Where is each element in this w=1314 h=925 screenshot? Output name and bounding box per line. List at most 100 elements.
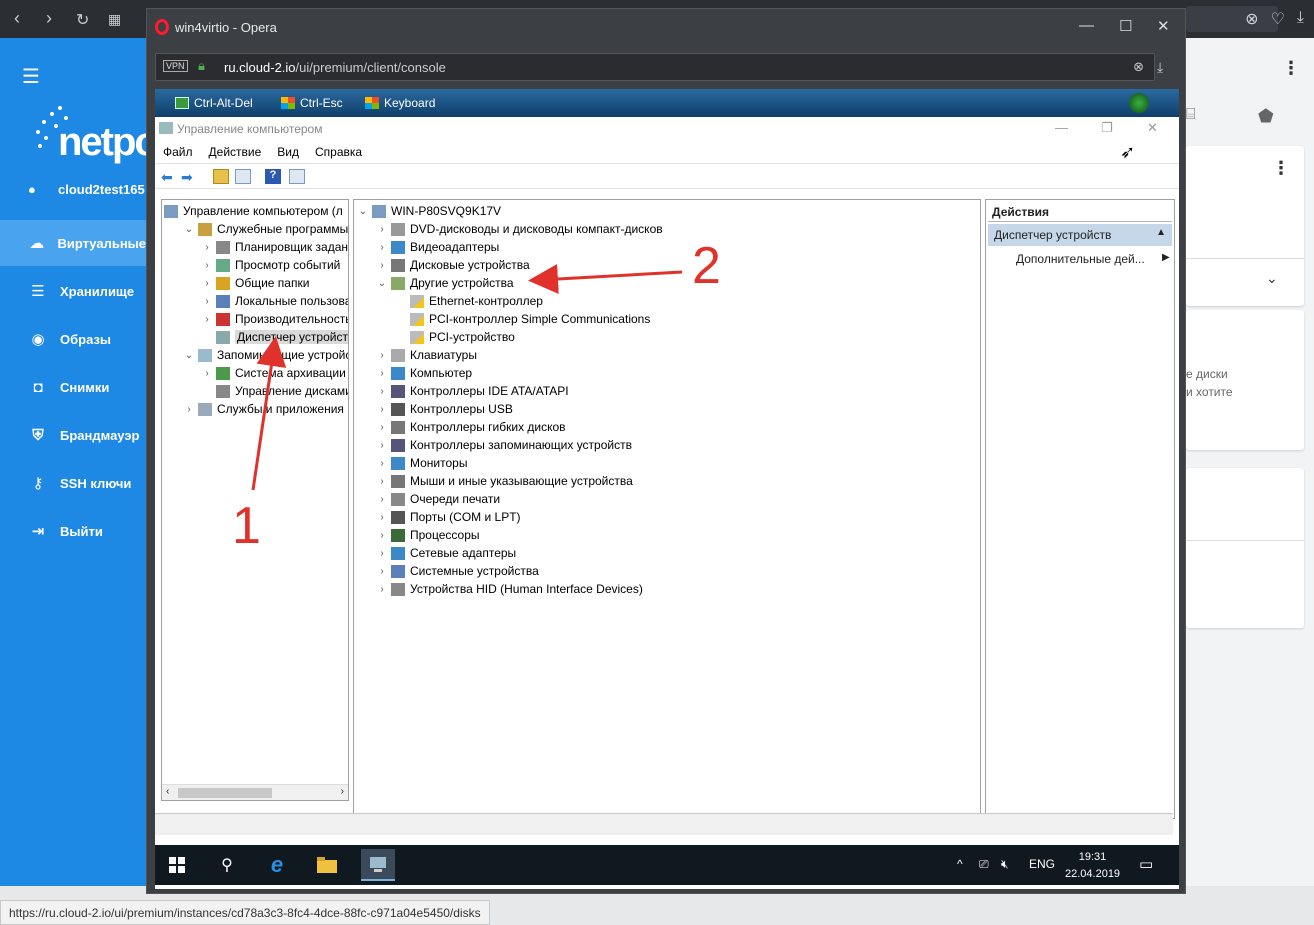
sidebar-item-images[interactable]: ◉ Образы bbox=[0, 316, 146, 362]
device-category-item[interactable]: › Системные устройства bbox=[354, 562, 538, 580]
help-icon[interactable]: ? bbox=[265, 169, 281, 184]
vpn-badge[interactable]: VPN bbox=[163, 60, 188, 72]
up-folder-icon[interactable] bbox=[213, 169, 229, 184]
device-category-item[interactable]: › Сетевые адаптеры bbox=[354, 544, 516, 562]
user-name[interactable]: ● cloud2test165 bbox=[28, 182, 145, 197]
more-vert-icon[interactable]: ⋮ bbox=[1282, 58, 1300, 79]
expand-right-icon[interactable]: › bbox=[377, 548, 387, 559]
tree-item[interactable]: › Планировщик заданий bbox=[162, 238, 348, 256]
expand-right-icon[interactable]: › bbox=[377, 584, 387, 595]
forward-icon[interactable]: › bbox=[46, 8, 52, 29]
download-icon[interactable]: ⤓ bbox=[1157, 59, 1163, 76]
card-more-icon[interactable]: ⋮ bbox=[1272, 158, 1290, 179]
device-category-item[interactable]: › Устройства HID (Human Interface Devices… bbox=[354, 580, 643, 598]
start-icon[interactable] bbox=[165, 853, 189, 877]
ctrl-alt-del-button[interactable]: Ctrl-Alt-Del bbox=[175, 96, 253, 110]
show-hide-tree-icon[interactable] bbox=[235, 169, 251, 184]
expand-right-icon[interactable]: › bbox=[202, 296, 212, 307]
tabs-grid-icon[interactable]: ▦ bbox=[108, 11, 121, 28]
expand-right-icon[interactable]: › bbox=[202, 314, 212, 325]
vnc-console[interactable]: Ctrl-Alt-Del Ctrl-Esc Keyboard Управлени… bbox=[155, 89, 1179, 889]
sidebar-item-snapshots[interactable]: ◘ Снимки bbox=[0, 364, 146, 410]
tree-item[interactable]: › Система архивации да bbox=[162, 364, 348, 382]
tree-item[interactable]: › Просмотр событий bbox=[162, 256, 340, 274]
address-bar[interactable]: VPN 🔒︎ ru.cloud-2.io/ui/premium/client/c… bbox=[155, 53, 1155, 81]
tree-item[interactable]: › Локальные пользовате bbox=[162, 292, 348, 310]
sidebar-item-logout[interactable]: ⇥ Выйти bbox=[0, 508, 146, 554]
tree-item[interactable]: › Службы и приложения bbox=[162, 400, 344, 418]
unknown-device-item[interactable]: PCI-контроллер Simple Communications bbox=[354, 310, 650, 328]
collapse-icon[interactable]: ▲ bbox=[1156, 227, 1166, 238]
device-category-item[interactable]: › Контроллеры USB bbox=[354, 400, 513, 418]
unknown-device-item[interactable]: PCI-устройство bbox=[354, 328, 515, 346]
minimize-icon[interactable]: — bbox=[1055, 120, 1068, 135]
device-category-item[interactable]: › Процессоры bbox=[354, 526, 479, 544]
taskbar-clock[interactable]: 19:31 22.04.2019 bbox=[1065, 849, 1120, 883]
device-category-item[interactable]: › Мониторы bbox=[354, 454, 467, 472]
show-hidden-icons[interactable]: ^ bbox=[957, 857, 963, 871]
expand-right-icon[interactable]: › bbox=[377, 368, 387, 379]
notifications-icon[interactable]: ▭ bbox=[1139, 855, 1153, 873]
device-category-item[interactable]: › Контроллеры IDE ATA/ATAPI bbox=[354, 382, 568, 400]
expand-right-icon[interactable]: › bbox=[377, 422, 387, 433]
sidebar-item-firewall[interactable]: ⛨ Брандмауэр bbox=[0, 412, 146, 458]
lock-icon[interactable]: 🔒︎ bbox=[198, 58, 205, 74]
close-icon[interactable]: ✕ bbox=[1147, 120, 1158, 136]
block-content-icon[interactable]: ⊗ bbox=[1133, 59, 1144, 75]
expand-right-icon[interactable]: › bbox=[377, 260, 387, 271]
close-icon[interactable]: ✕ bbox=[1157, 17, 1170, 35]
search-icon[interactable]: ⚲ bbox=[215, 853, 239, 877]
network-icon[interactable]: ⎚ bbox=[979, 857, 989, 872]
device-category-item[interactable]: › Контроллеры запоминающих устройств bbox=[354, 436, 632, 454]
expand-right-icon[interactable]: › bbox=[377, 476, 387, 487]
tree-item[interactable]: Управление дисками bbox=[162, 382, 348, 400]
menu-view[interactable]: Вид bbox=[269, 141, 307, 163]
more-actions-item[interactable]: Дополнительные дей... ▶ bbox=[1016, 252, 1170, 266]
volume-muted-icon[interactable]: 🔇︎ bbox=[1001, 857, 1009, 872]
heart-icon[interactable]: ♡ bbox=[1271, 9, 1285, 29]
unknown-device-item[interactable]: Ethernet-контроллер bbox=[354, 292, 543, 310]
expand-right-icon[interactable]: › bbox=[377, 440, 387, 451]
file-explorer-icon[interactable] bbox=[315, 853, 339, 877]
chevron-down-icon[interactable]: ⌄ bbox=[1266, 270, 1278, 287]
menu-icon[interactable]: ☰ bbox=[22, 64, 40, 89]
reload-icon[interactable]: ↻ bbox=[76, 10, 89, 30]
internet-explorer-icon[interactable]: e bbox=[265, 852, 289, 877]
device-category-item[interactable]: › DVD-дисководы и дисководы компакт-диско… bbox=[354, 220, 662, 238]
scroll-thumb[interactable] bbox=[178, 788, 272, 798]
device-category-item[interactable]: › Очереди печати bbox=[354, 490, 500, 508]
expand-right-icon[interactable]: › bbox=[377, 458, 387, 469]
tree-item[interactable]: Управление компьютером (л bbox=[162, 202, 343, 220]
tree-item[interactable]: ⌄ Служебные программы bbox=[162, 220, 348, 238]
expand-right-icon[interactable]: › bbox=[184, 404, 194, 415]
expand-right-icon[interactable]: › bbox=[377, 530, 387, 541]
block-icon[interactable]: ⊗ bbox=[1245, 9, 1258, 29]
expand-right-icon[interactable]: › bbox=[377, 512, 387, 523]
device-root[interactable]: ⌄ WIN-P80SVQ9K17V bbox=[354, 202, 501, 220]
back-icon[interactable]: ‹ bbox=[14, 8, 20, 29]
tree-item[interactable]: › Производительность bbox=[162, 310, 348, 328]
tag-icon[interactable]: ⬟ bbox=[1258, 106, 1274, 127]
download-icon[interactable]: ⤓ bbox=[1297, 9, 1304, 29]
ctrl-esc-button[interactable]: Ctrl-Esc bbox=[281, 96, 343, 110]
expand-down-icon[interactable]: ⌄ bbox=[358, 206, 368, 217]
show-action-pane-icon[interactable] bbox=[289, 169, 305, 184]
expand-down-icon[interactable]: ⌄ bbox=[184, 350, 194, 361]
tree-item[interactable]: › Общие папки bbox=[162, 274, 309, 292]
menu-action[interactable]: Действие bbox=[201, 141, 270, 163]
actions-section-device-manager[interactable]: Диспетчер устройств ▲ bbox=[988, 224, 1172, 246]
expand-right-icon[interactable]: › bbox=[377, 386, 387, 397]
horizontal-scrollbar[interactable]: ‹ › bbox=[162, 784, 348, 800]
expand-right-icon[interactable]: › bbox=[377, 224, 387, 235]
url-text[interactable]: ru.cloud-2.io/ui/premium/client/console bbox=[224, 60, 446, 75]
expand-right-icon[interactable]: › bbox=[377, 494, 387, 505]
expand-right-icon[interactable]: › bbox=[377, 404, 387, 415]
device-category-item[interactable]: › Видеоадаптеры bbox=[354, 238, 499, 256]
menu-file[interactable]: Файл bbox=[155, 141, 201, 163]
device-category-item[interactable]: › Контроллеры гибких дисков bbox=[354, 418, 565, 436]
expand-right-icon[interactable]: › bbox=[377, 242, 387, 253]
expand-right-icon[interactable]: › bbox=[377, 566, 387, 577]
expand-right-icon[interactable]: › bbox=[202, 260, 212, 271]
tree-item[interactable]: ⌄ Запоминающие устройст bbox=[162, 346, 348, 364]
sidebar-item-storage[interactable]: ☰ Хранилище bbox=[0, 268, 146, 314]
